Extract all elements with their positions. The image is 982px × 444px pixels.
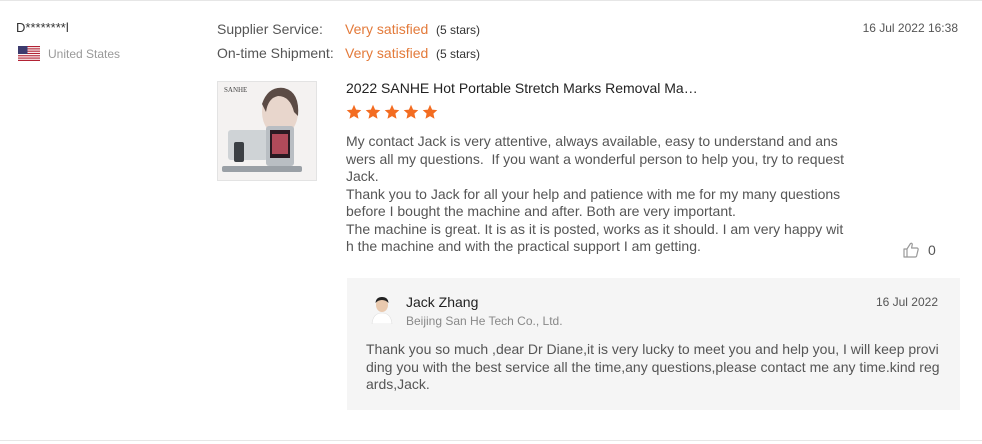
reply-text: Thank you so much ,dear Dr Diane,it is v… [366,341,940,392]
product-brand-logo: SANHE [224,86,248,94]
review-text: My contact Jack is very attentive, alway… [346,133,845,254]
product-thumbnail[interactable]: SANHE [217,81,317,181]
shipment-stars: (5 stars) [436,47,481,61]
star-icon [422,104,438,119]
star-icon [403,104,419,119]
avatar [367,294,397,324]
product-star-rating [346,104,438,120]
supplier-reply: Jack Zhang Beijing San He Tech Co., Ltd.… [347,278,960,410]
us-flag-icon [18,46,40,61]
buyer-name: D********l [16,20,69,35]
thumbs-up-icon [903,242,919,258]
like-count: 0 [928,242,936,258]
product-image [218,82,316,180]
top-divider [0,0,982,1]
supplier-service-label: Supplier Service: [217,21,323,37]
supplier-service-stars: (5 stars) [436,23,481,37]
like-button[interactable]: 0 [902,241,936,259]
replier-name: Jack Zhang [406,294,479,310]
replier-company: Beijing San He Tech Co., Ltd. [406,314,563,328]
star-icon [365,104,381,119]
bottom-divider [0,440,982,441]
reply-date: 16 Jul 2022 [875,295,938,309]
supplier-service-value: Very satisfied [345,21,429,37]
shipment-label: On-time Shipment: [217,45,334,61]
product-title-link[interactable]: 2022 SANHE Hot Portable Stretch Marks Re… [346,80,698,96]
review-date: 16 Jul 2022 16:38 [862,21,958,35]
star-icon [346,104,362,119]
star-icon [384,104,400,119]
shipment-value: Very satisfied [345,45,429,61]
buyer-country: United States [48,47,121,61]
